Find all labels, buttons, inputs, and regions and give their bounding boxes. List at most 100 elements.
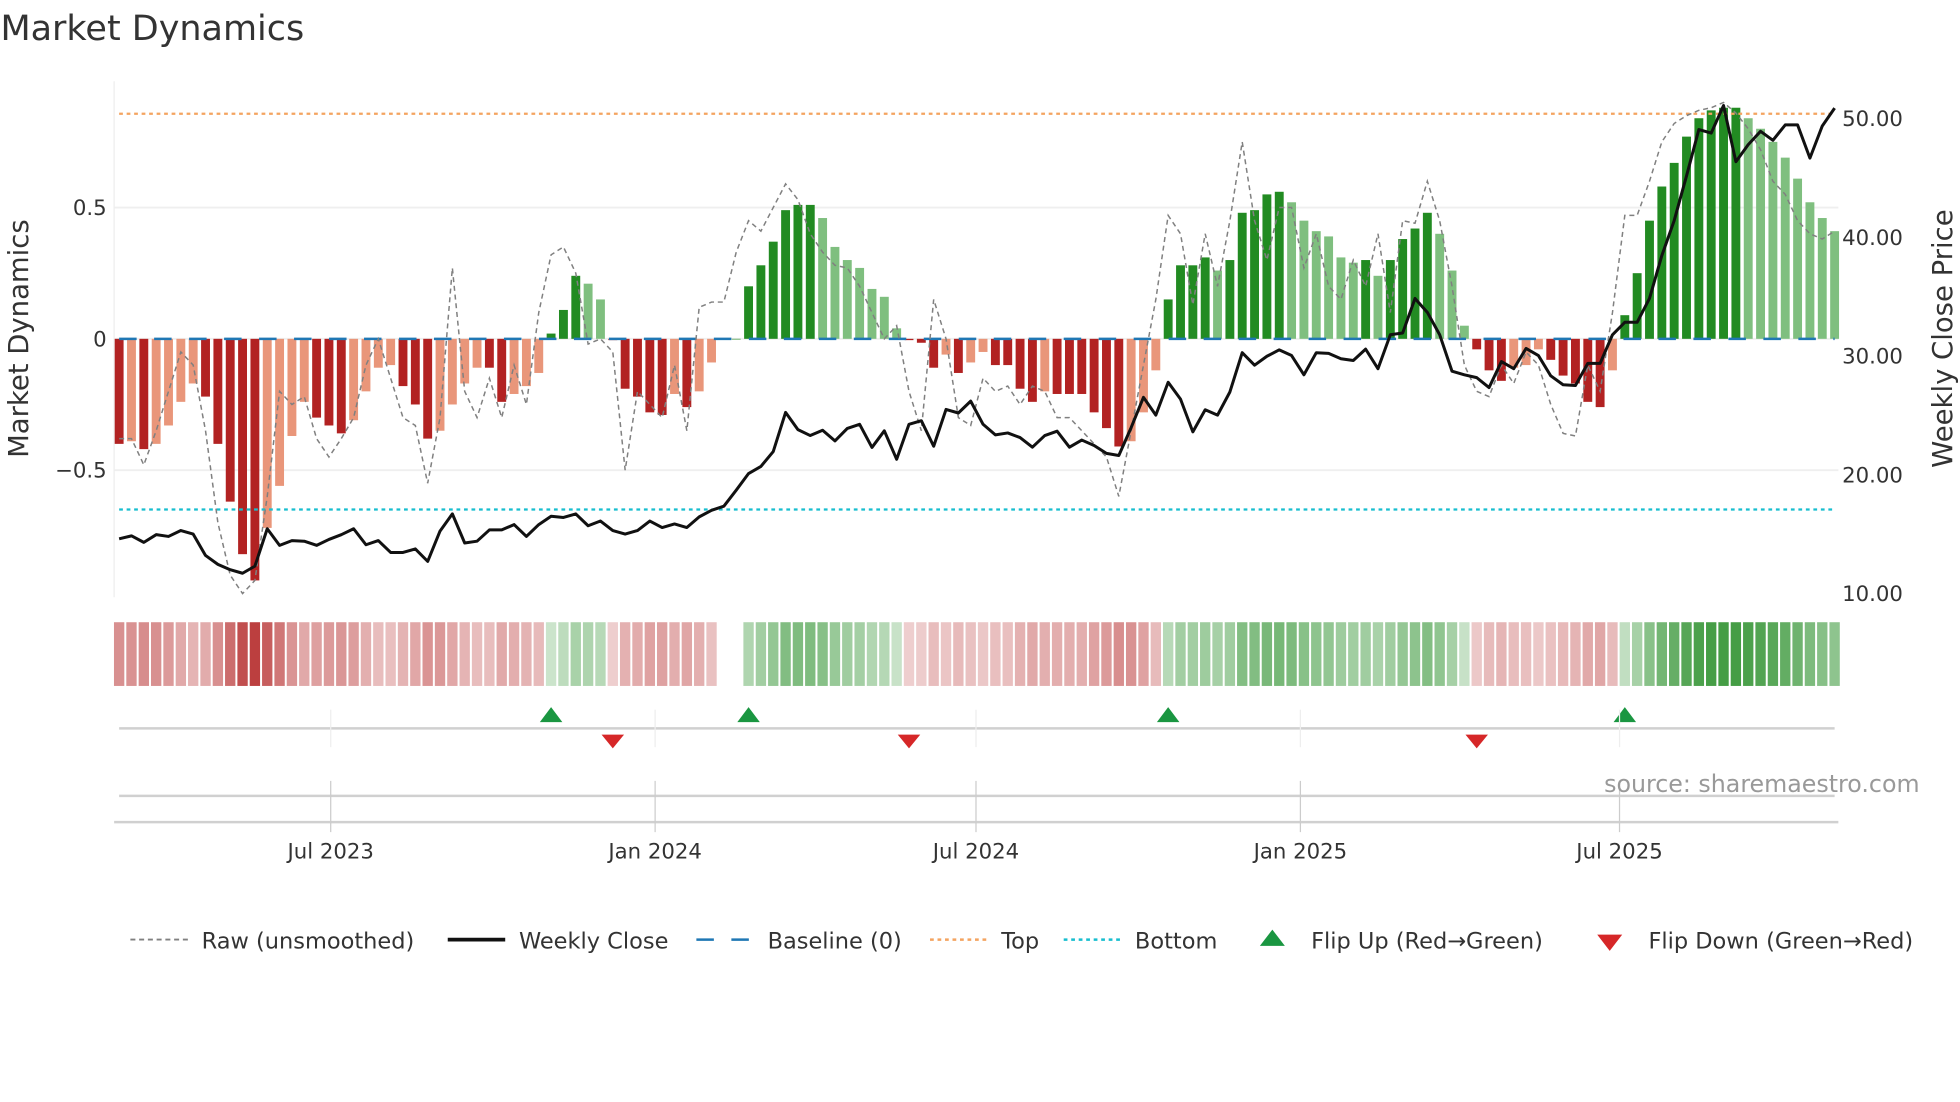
heat-cell — [1039, 622, 1050, 686]
heat-cell — [990, 622, 1001, 686]
heat-cell — [1557, 622, 1569, 686]
bar — [1435, 233, 1445, 339]
legend-label: Weekly Close — [519, 928, 668, 954]
bar — [1003, 338, 1013, 366]
heat-cell — [1681, 622, 1692, 686]
bar — [1484, 338, 1494, 371]
heat-cell — [163, 622, 174, 686]
heat-cell — [113, 622, 125, 686]
y-tick-label: 0.5 — [73, 196, 107, 221]
legend-item-baseline: Baseline (0) — [696, 928, 902, 954]
heat-cell — [471, 622, 483, 686]
bar — [1385, 260, 1395, 339]
heat-cell — [1817, 622, 1828, 686]
bar — [275, 338, 285, 486]
bar — [1163, 299, 1173, 339]
legend-item-flip_down: Flip Down (Green→Red) — [1597, 928, 1913, 954]
y2-tick-label: 40.00 — [1842, 226, 1903, 251]
bar — [1237, 212, 1247, 339]
bar — [1694, 118, 1704, 339]
bar — [694, 338, 704, 392]
bar — [1262, 194, 1272, 339]
heat-cell — [1730, 622, 1742, 686]
heat-cell — [1261, 622, 1273, 686]
heat-cell — [188, 622, 199, 686]
y-tick-label: −0.5 — [55, 459, 107, 484]
bar — [1114, 338, 1124, 447]
bar — [978, 338, 988, 352]
bar — [1805, 202, 1815, 339]
heat-cell — [336, 622, 347, 686]
heat-cell — [496, 622, 507, 686]
heat-cell — [237, 622, 248, 686]
heat-cell — [175, 622, 187, 686]
heat-cell — [879, 622, 890, 686]
bar — [1793, 178, 1803, 339]
bar — [1756, 128, 1766, 339]
heat-cell — [1311, 622, 1322, 686]
bar — [805, 204, 815, 339]
bar — [423, 338, 433, 439]
heat-cell — [138, 622, 149, 686]
bar — [1151, 338, 1161, 371]
bar — [250, 338, 260, 581]
heat-cell — [323, 622, 335, 686]
right-axis: 50.00 40.00 30.00 20.00 10.00 — [1842, 107, 1903, 607]
heat-cell — [644, 622, 655, 686]
bar — [410, 338, 420, 405]
heat-cell — [1113, 622, 1124, 686]
bar — [596, 299, 605, 339]
y2-tick-label: 30.00 — [1842, 345, 1903, 370]
heat-cell — [842, 622, 853, 686]
x-tick-label: Jul 2023 — [285, 839, 373, 864]
bar — [1027, 338, 1037, 402]
legend-label: Flip Down (Green→Red) — [1648, 928, 1913, 954]
y-tick-label: 0 — [93, 327, 107, 352]
heat-cell — [1397, 622, 1408, 686]
heat-cell — [1755, 622, 1766, 686]
heat-cell — [1014, 622, 1026, 686]
bar — [1546, 338, 1556, 360]
heat-cell — [1027, 622, 1038, 686]
heat-cell — [570, 622, 581, 686]
reference-lines — [119, 112, 1835, 511]
bar — [1299, 220, 1309, 339]
heat-cell — [1434, 622, 1445, 686]
bar — [151, 338, 161, 444]
heat-cell — [1520, 622, 1532, 686]
heat-cell — [1829, 622, 1840, 686]
heat-cell — [348, 622, 359, 686]
y-axis-label: Market Dynamics — [3, 219, 35, 458]
heat-cell — [1298, 622, 1310, 686]
bar — [238, 338, 247, 555]
heat-cell — [1237, 622, 1248, 686]
heat-cell — [965, 622, 976, 686]
heat-cell — [1360, 622, 1371, 686]
heat-cell — [1706, 622, 1717, 686]
heat-cell — [434, 622, 446, 686]
heat-cell — [1274, 622, 1285, 686]
bar — [620, 338, 630, 389]
heat-cell — [1372, 622, 1384, 686]
bar — [398, 338, 408, 387]
heat-cell — [1767, 622, 1779, 686]
heat-cell — [743, 622, 754, 686]
heat-cell — [719, 622, 729, 686]
heat-cell — [1656, 622, 1668, 686]
heat-cell — [1792, 622, 1803, 686]
bar — [176, 338, 186, 402]
bar — [818, 218, 828, 339]
legend-item-top: Top — [930, 928, 1039, 954]
bar — [1669, 162, 1679, 339]
bar — [867, 288, 877, 339]
heat-cell — [533, 622, 544, 686]
heat-cell — [1459, 622, 1470, 686]
heat-cell — [1743, 622, 1754, 686]
chart-title: Market Dynamics — [0, 9, 304, 49]
y2-tick-label: 20.00 — [1842, 463, 1903, 488]
y2-tick-label: 10.00 — [1842, 582, 1903, 607]
heat-cell — [1125, 622, 1137, 686]
heat-cell — [1582, 622, 1593, 686]
bar — [1102, 338, 1111, 429]
bar — [1410, 228, 1420, 339]
